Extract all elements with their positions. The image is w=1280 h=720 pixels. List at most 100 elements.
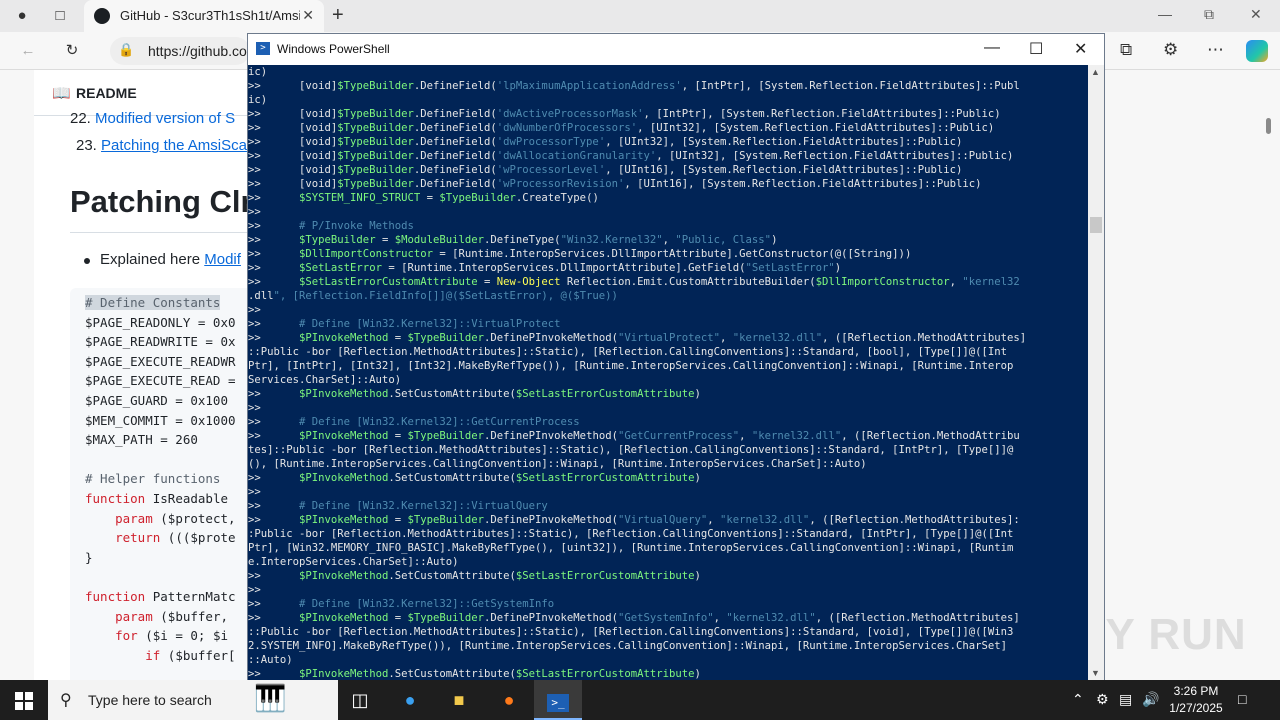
console-line: >> $TypeBuilder = $ModuleBuilder.DefineT… — [248, 234, 778, 246]
list-item: 23. Patching the AmsiSca — [76, 137, 247, 154]
list-link[interactable]: Patching the AmsiSca — [101, 137, 247, 154]
ps-close-icon[interactable]: ✕ — [1074, 39, 1087, 59]
console-line: >> $SetLastErrorCustomAttribute = New-Ob… — [248, 276, 1020, 288]
url-field[interactable]: 🔒 https://github.co — [110, 37, 250, 65]
powershell-window[interactable]: > Windows PowerShell — ☐ ✕ ic) >> [void]$… — [247, 33, 1105, 681]
console-line: >> $PInvokeMethod.SetCustomAttribute($Se… — [248, 388, 701, 400]
console-line: >> $SYSTEM_INFO_STRUCT = $TypeBuilder.Cr… — [248, 192, 599, 204]
console-line: >> $SetLastError = [Runtime.InteropServi… — [248, 262, 842, 274]
copilot-icon[interactable] — [1246, 40, 1268, 62]
tab-actions-icon[interactable]: □ — [50, 6, 70, 26]
extensions-icon[interactable]: ⚙ — [1163, 40, 1178, 60]
list-link[interactable]: Modified version of S — [95, 110, 235, 124]
new-tab-icon[interactable]: + — [332, 4, 344, 27]
console-line: >> [void]$TypeBuilder.DefineField('dwNum… — [248, 122, 995, 134]
minimize-icon[interactable]: — — [1158, 6, 1172, 22]
readme-label: README — [76, 85, 137, 101]
code-line: for ($i = 0; $i — [115, 628, 228, 644]
console-line: >> $DllImportConstructor = [Runtime.Inte… — [248, 248, 912, 260]
console-line: ic) — [248, 94, 268, 106]
ps-minimize-icon[interactable]: — — [984, 39, 1000, 57]
code-line: $PAGE_EXECUTE_READ = — [85, 373, 236, 389]
tab-title: GitHub - S3cur3Th1sSh1t/Amsi-B — [120, 8, 300, 23]
console-line: e.InteropServices.CharSet]::Auto) — [248, 556, 459, 568]
search-icon: ⚲ — [60, 692, 72, 709]
clock[interactable]: 3:26 PM 1/27/2025 — [1166, 683, 1226, 717]
console-line: >> $PInvokeMethod = $TypeBuilder.DefineP… — [248, 514, 1020, 526]
console-output[interactable]: ic) >> [void]$TypeBuilder.DefineField('lp… — [248, 65, 1088, 680]
console-line: >> [void]$TypeBuilder.DefineField('dwAct… — [248, 108, 1001, 120]
taskbar-search[interactable]: ⚲ Type here to search 🎹 — [48, 680, 338, 720]
console-line: >> # Define [Win32.Kernel32]::VirtualQue… — [248, 500, 548, 512]
console-line: 2.SYSTEM_INFO].MakeByRefType()), [Runtim… — [248, 640, 1007, 652]
console-line: >> $PInvokeMethod = $TypeBuilder.DefineP… — [248, 430, 1020, 442]
ps-maximize-icon[interactable]: ☐ — [1029, 39, 1043, 59]
console-line: ::Public -bor [Reflection.MethodAttribut… — [248, 626, 1014, 638]
console-line: >> — [248, 584, 261, 596]
taskbar: ⚲ Type here to search 🎹 ◫ ● ■ ● >_ ⌃ ⚙ ▤… — [0, 680, 1280, 720]
powershell-taskbar-icon[interactable]: >_ — [534, 680, 582, 720]
code-line: # Helper functions — [85, 471, 221, 487]
console-line: ::Auto) — [248, 654, 293, 666]
lock-icon: 🔒 — [118, 42, 135, 57]
console-line: (), [Runtime.InteropServices.CallingConv… — [248, 458, 867, 470]
tab-strip: ● □ GitHub - S3cur3Th1sSh1t/Amsi-B ✕ + —… — [0, 0, 1280, 32]
code-line: $PAGE_EXECUTE_READWR — [85, 353, 236, 369]
back-icon[interactable]: ← — [18, 41, 38, 61]
scroll-down-icon[interactable]: ▼ — [1091, 668, 1100, 678]
edge-icon[interactable]: ● — [386, 680, 434, 720]
network-icon[interactable]: ▤ — [1119, 691, 1132, 708]
scroll-up-icon[interactable]: ▲ — [1091, 67, 1100, 77]
console-line: >> — [248, 402, 261, 414]
code-block: # Define Constants $PAGE_READONLY = 0x0 $P… — [70, 288, 254, 680]
bullet-link[interactable]: Modif — [204, 251, 241, 268]
search-placeholder: Type here to search — [88, 692, 212, 708]
console-line: tes]::Public -bor [Reflection.MethodAttr… — [248, 444, 1014, 456]
console-line: >> — [248, 206, 261, 218]
list-number: 23. — [76, 137, 97, 154]
collections-icon[interactable]: ⧉ — [1120, 40, 1132, 60]
console-scrollbar[interactable]: ▲ ▼ — [1088, 65, 1104, 680]
tab-github[interactable]: GitHub - S3cur3Th1sSh1t/Amsi-B ✕ — [84, 0, 324, 32]
page-scroll-thumb[interactable] — [1266, 118, 1271, 134]
code-line: param ($protect, — [115, 510, 236, 526]
console-line: >> $PInvokeMethod.SetCustomAttribute($Se… — [248, 472, 701, 484]
firefox-icon[interactable]: ● — [485, 680, 533, 720]
console-line: ic) — [248, 66, 268, 78]
powershell-titlebar[interactable]: > Windows PowerShell — ☐ ✕ — [248, 34, 1104, 65]
start-button[interactable] — [0, 680, 48, 720]
restore-icon[interactable]: ⧉ — [1204, 6, 1214, 23]
clock-time: 3:26 PM — [1173, 684, 1219, 698]
tray-chevron-icon[interactable]: ⌃ — [1072, 691, 1084, 708]
bullet-text: Explained here — [100, 251, 205, 268]
code-line: $PAGE_READONLY = 0x0 — [85, 314, 236, 330]
close-window-icon[interactable]: ✕ — [1250, 6, 1262, 23]
powershell-title: Windows PowerShell — [277, 42, 390, 56]
code-line: return ((($prote — [115, 530, 236, 546]
bullet-item: Explained here Modif — [100, 251, 241, 268]
list-item: 22. Modified version of S — [70, 110, 235, 124]
refresh-icon[interactable]: ↻ — [62, 41, 82, 61]
tray-app-icon[interactable]: ⚙ — [1096, 691, 1109, 708]
bullet-dot — [84, 258, 90, 264]
console-scroll-thumb[interactable] — [1090, 217, 1102, 233]
console-line: >> [void]$TypeBuilder.DefineField('dwPro… — [248, 136, 963, 148]
heading-divider — [70, 232, 254, 233]
console-line: .dll", [Reflection.FieldInfo[]]@($SetLas… — [248, 290, 618, 302]
tab-close-icon[interactable]: ✕ — [302, 7, 314, 24]
code-line: # Define Constants — [85, 295, 221, 310]
console-line: >> [void]$TypeBuilder.DefineField('lpMax… — [248, 80, 1020, 92]
console-line: >> — [248, 304, 261, 316]
clock-date: 1/27/2025 — [1169, 701, 1223, 715]
file-explorer-icon[interactable]: ■ — [435, 680, 483, 720]
task-view-icon[interactable]: ◫ — [336, 680, 384, 720]
url-text: https://github.co — [148, 43, 247, 59]
notification-icon[interactable]: □ — [1238, 691, 1246, 707]
page-scrollbar[interactable] — [1262, 70, 1276, 674]
volume-icon[interactable]: 🔊 — [1142, 691, 1159, 708]
console-line: ::Public -bor [Reflection.MethodAttribut… — [248, 346, 1007, 358]
more-menu-icon[interactable]: ⋯ — [1207, 40, 1224, 60]
console-line: >> # Define [Win32.Kernel32]::GetCurrent… — [248, 416, 580, 428]
profile-icon[interactable]: ● — [12, 6, 32, 26]
windows-icon — [15, 692, 23, 700]
